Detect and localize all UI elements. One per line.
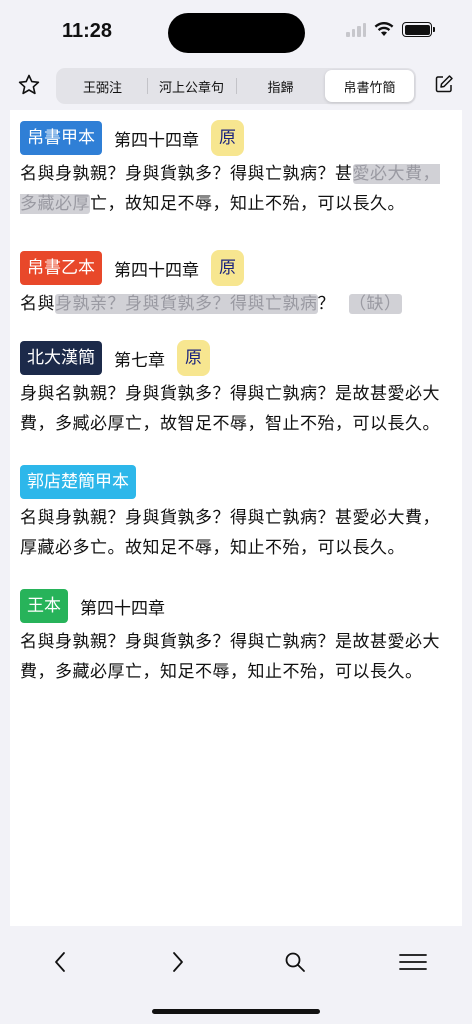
missing-text: 身孰亲？身與貨孰多？得與亡孰病	[55, 294, 318, 314]
source-segmented-control: 王弼注 河上公章句 指歸 帛書竹簡	[56, 68, 416, 104]
entry-text: 名與身孰親？身與貨孰多？得與亡孰病？甚愛必大費，多藏必厚亡，故知足不辱，知止不殆…	[20, 164, 440, 214]
original-badge[interactable]: 原	[211, 120, 244, 156]
status-bar: 11:28	[0, 0, 472, 62]
source-tag[interactable]: 北大漢簡	[20, 341, 102, 375]
chapter-label: 第四十四章	[114, 260, 199, 281]
source-tag[interactable]: 帛書甲本	[20, 121, 102, 155]
battery-icon	[402, 22, 435, 37]
entry-text: 名與身孰親？身與貨孰多？得與亡孰病？是故甚愛必大費，多藏必厚亡，知足不辱，知止不…	[20, 632, 440, 682]
home-indicator	[152, 1009, 320, 1014]
chapter-label: 第七章	[114, 350, 165, 371]
wifi-icon	[374, 22, 394, 36]
tab-zhigui[interactable]: 指歸	[236, 70, 325, 102]
star-icon	[18, 74, 40, 95]
tab-wang-bi[interactable]: 王弼注	[58, 70, 147, 102]
entry-guodian-a: 郭店楚簡甲本 名與身孰親？身與貨孰多？得與亡孰病？甚愛必大費，厚藏必多亡。故知足…	[10, 439, 462, 563]
status-time: 11:28	[62, 20, 113, 42]
search-icon	[285, 952, 305, 972]
content-area[interactable]: 帛書甲本 第四十四章 原 名與身孰親？身與貨孰多？得與亡孰病？甚愛必大費，多藏必…	[10, 110, 462, 926]
original-badge[interactable]: 原	[177, 340, 210, 376]
entry-wang-text: 王本 第四十四章 名與身孰親？身與貨孰多？得與亡孰病？是故甚愛必大費，多藏必厚亡…	[10, 563, 462, 687]
chevron-left-icon	[55, 952, 65, 972]
search-button[interactable]	[275, 942, 315, 982]
original-badge[interactable]: 原	[211, 250, 244, 286]
menu-button[interactable]	[393, 942, 433, 982]
entry-text: 名與身孰親？身與貨孰多？得與亡孰病？甚愛必大費，厚藏必多亡。故知足不辱，知止不殆…	[20, 508, 440, 558]
dynamic-island	[168, 13, 305, 53]
source-tag[interactable]: 帛書乙本	[20, 251, 102, 285]
entry-silk-b: 帛書乙本 第四十四章 原 名與身孰亲？身與貨孰多？得與亡孰病？ （缺）	[10, 219, 462, 319]
toolbar: 王弼注 河上公章句 指歸 帛書竹簡	[0, 66, 472, 108]
favorite-button[interactable]	[16, 72, 42, 98]
previous-button[interactable]	[40, 942, 80, 982]
signal-icon	[346, 22, 366, 37]
chevron-right-icon	[173, 952, 183, 972]
next-button[interactable]	[158, 942, 198, 982]
entry-silk-a: 帛書甲本 第四十四章 原 名與身孰親？身與貨孰多？得與亡孰病？甚愛必大費，多藏必…	[10, 110, 462, 219]
source-tag[interactable]: 郭店楚簡甲本	[20, 465, 136, 499]
entry-text: 名與身孰亲？身與貨孰多？得與亡孰病？ （缺）	[20, 294, 402, 314]
missing-text: （缺）	[349, 294, 402, 314]
bottom-toolbar	[0, 926, 472, 1024]
entry-peking-bamboo: 北大漢簡 第七章 原 身與名孰親？身與貨孰多？得與亡孰病？是故甚愛必大費，多臧必…	[10, 319, 462, 439]
edit-icon	[435, 75, 453, 93]
source-tag[interactable]: 王本	[20, 589, 68, 623]
chapter-label: 第四十四章	[114, 130, 199, 151]
entry-text: 身與名孰親？身與貨孰多？得與亡孰病？是故甚愛必大費，多臧必厚亡，故智足不辱，智止…	[20, 384, 440, 434]
menu-icon	[399, 954, 427, 970]
tab-silk-bamboo[interactable]: 帛書竹簡	[325, 70, 414, 102]
edit-button[interactable]	[432, 72, 456, 96]
chapter-label: 第四十四章	[80, 598, 165, 619]
tab-heshanggong[interactable]: 河上公章句	[147, 70, 236, 102]
status-icons	[346, 22, 435, 37]
